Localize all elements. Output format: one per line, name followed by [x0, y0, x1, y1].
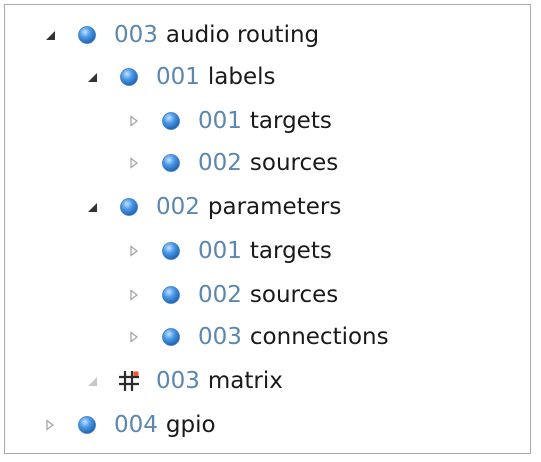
- node-label: matrix: [207, 368, 283, 394]
- tree-item-gpio[interactable]: 004 gpio: [41, 405, 216, 445]
- blue-sphere-icon: [76, 414, 98, 436]
- tree-item-parameters-targets[interactable]: 001 targets: [125, 231, 332, 271]
- expand-arrow-icon[interactable]: [83, 68, 101, 86]
- blue-sphere-icon: [160, 110, 182, 132]
- node-label: parameters: [207, 194, 342, 220]
- collapse-arrow-icon[interactable]: [125, 328, 143, 346]
- tree-item-labels[interactable]: 001 labels: [83, 57, 276, 97]
- collapse-arrow-icon[interactable]: [125, 242, 143, 260]
- tree-item-audio-routing[interactable]: 003 audio routing: [41, 15, 319, 55]
- matrix-grid-icon: [118, 370, 140, 392]
- node-number: 001: [156, 64, 200, 90]
- node-label: targets: [249, 238, 332, 264]
- node-number: 002: [156, 194, 200, 220]
- node-label: labels: [207, 64, 276, 90]
- blue-sphere-icon: [160, 326, 182, 348]
- tree-item-parameters[interactable]: 002 parameters: [83, 187, 341, 227]
- node-number: 002: [198, 282, 242, 308]
- blue-sphere-icon: [76, 24, 98, 46]
- node-label: sources: [249, 282, 339, 308]
- tree-item-labels-sources[interactable]: 002 sources: [125, 143, 338, 183]
- tree-item-parameters-connections[interactable]: 003 connections: [125, 317, 389, 357]
- blue-sphere-icon: [118, 66, 140, 88]
- tree-item-parameters-sources[interactable]: 002 sources: [125, 275, 338, 315]
- node-label: gpio: [165, 412, 216, 438]
- expand-arrow-icon[interactable]: [41, 26, 59, 44]
- node-label: connections: [249, 324, 389, 350]
- blue-sphere-icon: [160, 284, 182, 306]
- collapse-arrow-icon[interactable]: [125, 286, 143, 304]
- node-label: sources: [249, 150, 339, 176]
- tree-item-matrix[interactable]: 003 matrix: [83, 361, 283, 401]
- tree-item-labels-targets[interactable]: 001 targets: [125, 101, 332, 141]
- node-number: 003: [156, 368, 200, 394]
- blue-sphere-icon: [160, 240, 182, 262]
- collapse-arrow-icon[interactable]: [125, 154, 143, 172]
- blue-sphere-icon: [160, 152, 182, 174]
- node-number: 003: [114, 22, 158, 48]
- node-number: 004: [114, 412, 158, 438]
- expand-arrow-icon[interactable]: [83, 198, 101, 216]
- node-number: 001: [198, 108, 242, 134]
- node-number: 003: [198, 324, 242, 350]
- node-number: 002: [198, 150, 242, 176]
- node-number: 001: [198, 238, 242, 264]
- blue-sphere-icon: [118, 196, 140, 218]
- collapse-arrow-icon[interactable]: [41, 416, 59, 434]
- node-label: targets: [249, 108, 332, 134]
- node-label: audio routing: [165, 22, 320, 48]
- expand-arrow-disabled-icon: [83, 372, 101, 390]
- collapse-arrow-icon[interactable]: [125, 112, 143, 130]
- tree-view[interactable]: 003 audio routing 001 labels 001 targets…: [4, 4, 531, 454]
